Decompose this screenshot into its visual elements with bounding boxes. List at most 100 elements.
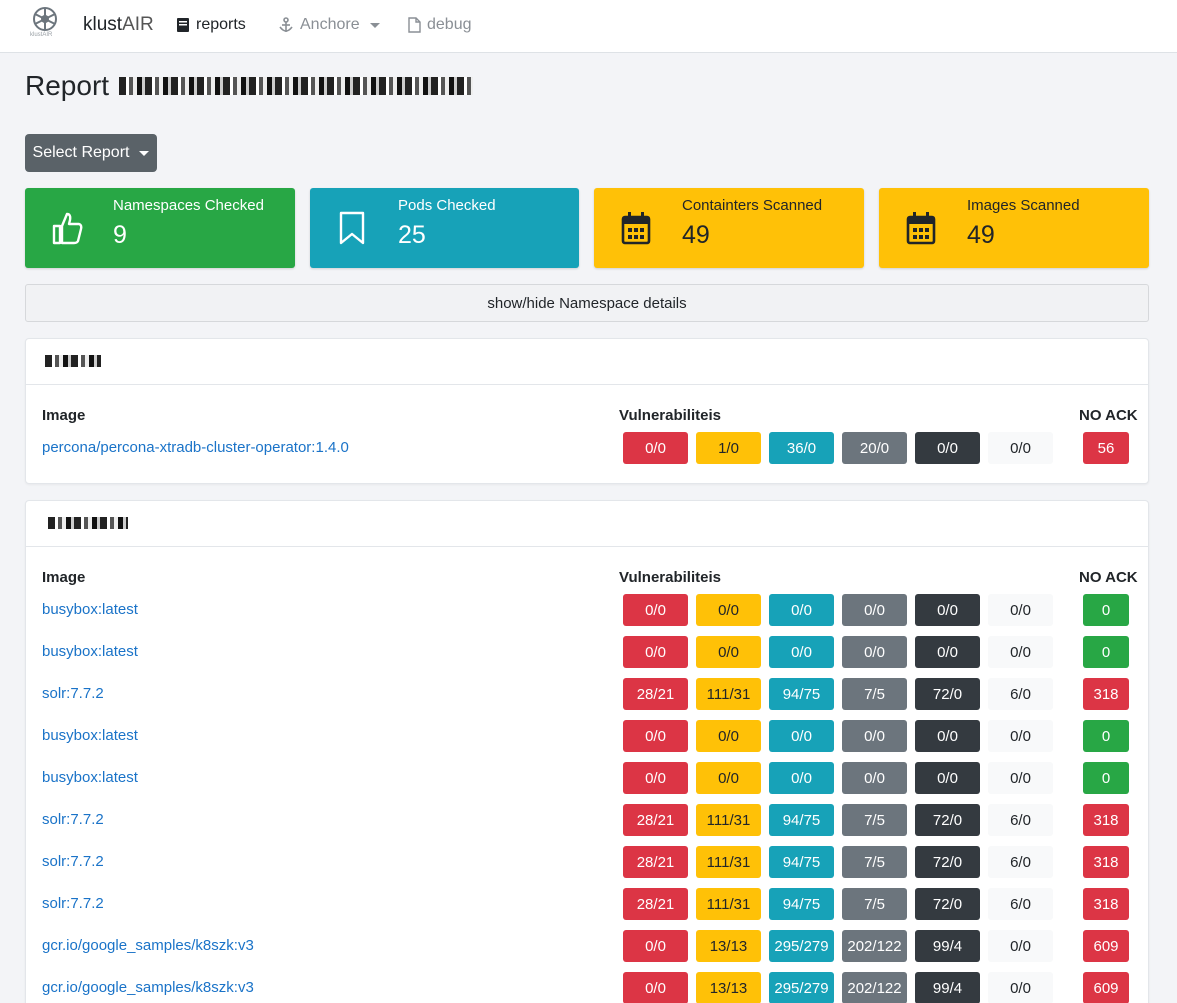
image-link[interactable]: busybox:latest <box>42 769 138 786</box>
image-link[interactable]: solr:7.7.2 <box>42 853 104 870</box>
vuln-badge-critical: 0/0 <box>623 594 688 626</box>
vuln-badge-negligible: 0/0 <box>915 594 980 626</box>
table-row: gcr.io/google_samples/k8szk:v3 0/0 13/13 29… <box>26 925 1150 967</box>
no-ack-badge: 56 <box>1083 432 1129 464</box>
vuln-badge-negligible: 0/0 <box>915 636 980 668</box>
nav-reports-label: reports <box>196 16 246 33</box>
no-ack-badge: 0 <box>1083 720 1129 752</box>
vuln-badge-negligible: 0/0 <box>915 432 980 464</box>
no-ack-badge: 318 <box>1083 678 1129 710</box>
nav-anchore-dropdown[interactable]: Anchore <box>278 16 380 34</box>
vuln-badge-low: 7/5 <box>842 888 907 920</box>
vuln-badge-negligible: 99/4 <box>915 972 980 1003</box>
redacted-namespace-name <box>48 517 128 529</box>
calendar-icon <box>906 212 936 245</box>
col-no-ack: NO ACK <box>1079 407 1138 424</box>
image-link[interactable]: solr:7.7.2 <box>42 685 104 702</box>
table-row: solr:7.7.2 28/21 111/31 94/75 7/5 72/0 6/0 318 <box>26 799 1150 841</box>
redacted-report-id <box>119 77 474 95</box>
table-header: Image Vulnerabiliteis NO ACK <box>26 385 1150 427</box>
vuln-badge-negligible: 72/0 <box>915 804 980 836</box>
navbar: klustAIR klustAIR reports Anchore debug <box>0 0 1177 53</box>
vuln-badge-high: 1/0 <box>696 432 761 464</box>
stat-value: 49 <box>682 221 710 249</box>
namespace-header <box>26 501 1148 547</box>
no-ack-badge: 0 <box>1083 594 1129 626</box>
image-link[interactable]: solr:7.7.2 <box>42 811 104 828</box>
chevron-down-icon <box>369 22 380 28</box>
nav-debug-label: debug <box>427 16 472 33</box>
vuln-badge-unknown: 0/0 <box>988 762 1053 794</box>
nav-debug[interactable]: debug <box>408 16 472 34</box>
vuln-badge-unknown: 6/0 <box>988 846 1053 878</box>
no-ack-badge: 609 <box>1083 930 1129 962</box>
klustair-logo-icon[interactable]: klustAIR <box>30 6 60 38</box>
vuln-badge-medium: 0/0 <box>769 594 834 626</box>
vuln-badge-unknown: 6/0 <box>988 804 1053 836</box>
vuln-badge-critical: 0/0 <box>623 762 688 794</box>
chevron-down-icon <box>139 150 150 156</box>
nav-reports[interactable]: reports <box>176 16 246 34</box>
vuln-badge-critical: 28/21 <box>623 846 688 878</box>
image-link[interactable]: busybox:latest <box>42 643 138 660</box>
vuln-badge-medium: 36/0 <box>769 432 834 464</box>
col-vulnerabilities: Vulnerabiliteis <box>619 407 721 424</box>
vuln-badge-critical: 0/0 <box>623 972 688 1003</box>
vuln-badge-unknown: 0/0 <box>988 972 1053 1003</box>
table-header: Image Vulnerabiliteis NO ACK <box>26 547 1150 589</box>
stat-value: 9 <box>113 221 127 249</box>
image-link[interactable]: busybox:latest <box>42 601 138 618</box>
stat-value: 49 <box>967 221 995 249</box>
toggle-namespace-details-button[interactable]: show/hide Namespace details <box>25 284 1149 322</box>
table-row: busybox:latest 0/0 0/0 0/0 0/0 0/0 0/0 0 <box>26 589 1150 631</box>
vuln-badge-high: 0/0 <box>696 762 761 794</box>
image-link[interactable]: solr:7.7.2 <box>42 895 104 912</box>
vuln-badge-low: 7/5 <box>842 678 907 710</box>
no-ack-badge: 318 <box>1083 888 1129 920</box>
vuln-badge-high: 13/13 <box>696 930 761 962</box>
vuln-badge-medium: 295/279 <box>769 972 834 1003</box>
brand-name[interactable]: klustAIR <box>83 14 154 36</box>
nav-anchore-label: Anchore <box>300 16 360 33</box>
stat-images-scanned: Images Scanned 49 <box>879 188 1149 268</box>
vuln-badge-unknown: 6/0 <box>988 888 1053 920</box>
image-link[interactable]: percona/percona-xtradb-cluster-operator:… <box>42 439 349 456</box>
col-no-ack: NO ACK <box>1079 569 1138 586</box>
vuln-badge-low: 0/0 <box>842 720 907 752</box>
image-link[interactable]: busybox:latest <box>42 727 138 744</box>
vuln-badge-critical: 0/0 <box>623 432 688 464</box>
table-row: solr:7.7.2 28/21 111/31 94/75 7/5 72/0 6/0 318 <box>26 673 1150 715</box>
vuln-badge-low: 202/122 <box>842 972 907 1003</box>
vuln-badge-medium: 0/0 <box>769 762 834 794</box>
stat-namespaces-checked: Namespaces Checked 9 <box>25 188 295 268</box>
vuln-badge-medium: 0/0 <box>769 720 834 752</box>
vuln-badge-unknown: 0/0 <box>988 432 1053 464</box>
namespace-header <box>26 339 1148 385</box>
select-report-button[interactable]: Select Report <box>25 134 157 172</box>
vuln-badge-critical: 28/21 <box>623 888 688 920</box>
stat-label: Pods Checked <box>398 197 496 214</box>
vuln-badge-critical: 0/0 <box>623 636 688 668</box>
vuln-badge-negligible: 72/0 <box>915 846 980 878</box>
vuln-badge-high: 0/0 <box>696 594 761 626</box>
table-row: busybox:latest 0/0 0/0 0/0 0/0 0/0 0/0 0 <box>26 757 1150 799</box>
image-link[interactable]: gcr.io/google_samples/k8szk:v3 <box>42 937 254 954</box>
vuln-badge-critical: 28/21 <box>623 678 688 710</box>
vuln-badge-unknown: 6/0 <box>988 678 1053 710</box>
vuln-badge-low: 7/5 <box>842 846 907 878</box>
table-row: solr:7.7.2 28/21 111/31 94/75 7/5 72/0 6/0 318 <box>26 841 1150 883</box>
col-image: Image <box>42 407 86 424</box>
image-link[interactable]: gcr.io/google_samples/k8szk:v3 <box>42 979 254 996</box>
col-image: Image <box>42 569 86 586</box>
vuln-badge-critical: 0/0 <box>623 720 688 752</box>
vuln-badge-high: 111/31 <box>696 678 761 710</box>
stat-containers-scanned: Containters Scanned 49 <box>594 188 864 268</box>
table-row: gcr.io/google_samples/k8szk:v3 0/0 13/13 29… <box>26 967 1150 1003</box>
no-ack-badge: 318 <box>1083 846 1129 878</box>
vuln-badge-low: 0/0 <box>842 594 907 626</box>
no-ack-badge: 0 <box>1083 762 1129 794</box>
vuln-badge-unknown: 0/0 <box>988 720 1053 752</box>
vuln-badge-medium: 94/75 <box>769 804 834 836</box>
stat-pods-checked: Pods Checked 25 <box>310 188 579 268</box>
vuln-badge-low: 7/5 <box>842 804 907 836</box>
